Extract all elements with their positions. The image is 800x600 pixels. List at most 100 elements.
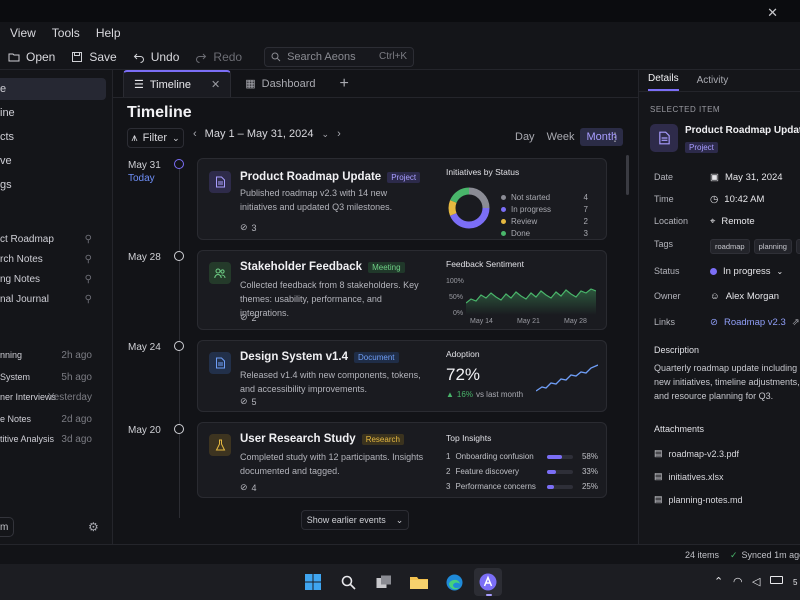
timeline-dot xyxy=(174,341,184,351)
flask-icon xyxy=(209,434,231,456)
link-value[interactable]: ⊘ Roadmap v2.3 ⇗ xyxy=(710,317,800,328)
paperclip-icon: ⊘ xyxy=(240,222,248,232)
chevron-up-icon[interactable]: ⌃ xyxy=(714,575,723,588)
recent-item-label: e Notes xyxy=(0,414,32,424)
tab-timeline[interactable]: ☰ Timeline ✕ xyxy=(123,70,232,97)
location-text: Remote xyxy=(721,216,755,227)
event-card[interactable]: User Research Study Research Completed s… xyxy=(197,422,607,498)
status-dropdown[interactable]: In progress ⌄ xyxy=(710,266,783,277)
status-text: In progress xyxy=(723,266,771,277)
wifi-icon[interactable]: ◠ xyxy=(733,575,743,588)
view-day[interactable]: Day xyxy=(509,128,541,146)
grid-icon: ▦ xyxy=(245,78,256,90)
recent-item[interactable]: e Notes 2d ago xyxy=(0,408,106,430)
attachment-count: ⊘ 3 xyxy=(240,222,257,233)
file-explorer-icon[interactable] xyxy=(409,572,429,592)
window-close-icon[interactable]: ✕ xyxy=(767,5,778,21)
user-icon: ☺ xyxy=(710,291,720,302)
recent-item[interactable]: nning 2h ago xyxy=(0,344,106,366)
attachment-name: planning-notes.md xyxy=(668,494,743,505)
tab-activity[interactable]: Activity xyxy=(697,75,729,91)
pin-icon[interactable]: ⚲ xyxy=(85,274,92,285)
sidebar-bottom-button[interactable]: m xyxy=(0,517,14,537)
chevron-down-icon[interactable]: ⌄ xyxy=(322,129,330,140)
sidebar-item-settings[interactable]: gs xyxy=(0,174,106,196)
event-card[interactable]: Design System v1.4 Document Released v1.… xyxy=(197,340,607,412)
date-range-picker: ‹ May 1 – May 31, 2024 ⌄ › xyxy=(193,128,341,140)
tab-details[interactable]: Details xyxy=(648,73,679,91)
insight-fill xyxy=(547,484,554,489)
menu-view[interactable]: View xyxy=(10,26,36,40)
sidebar-item-home[interactable]: e xyxy=(0,78,106,100)
status-dot xyxy=(710,268,717,275)
undo-button[interactable]: Undo xyxy=(133,50,179,64)
sidebar-item-projects[interactable]: cts xyxy=(0,126,106,148)
metric-value: 72% xyxy=(446,365,481,384)
attachment-count: ⊘ 5 xyxy=(240,396,257,407)
selected-item-badge: Project xyxy=(685,142,718,153)
redo-icon xyxy=(196,53,207,63)
legend-row: Not started 4 xyxy=(501,191,588,203)
windows-start-icon[interactable] xyxy=(303,572,323,592)
clock-text[interactable]: 5 xyxy=(793,578,797,587)
pinned-item[interactable]: rch Notes ⚲ xyxy=(0,248,106,270)
view-week[interactable]: Week xyxy=(541,128,581,146)
sidebar-item-archive[interactable]: ve xyxy=(0,150,106,172)
pinned-item[interactable]: nal Journal ⚲ xyxy=(0,288,106,310)
recent-item[interactable]: titive Analysis 3d ago xyxy=(0,428,106,450)
attachment-item[interactable]: ▤ initiatives.xlsx xyxy=(654,471,724,482)
pin-icon[interactable]: ⚲ xyxy=(85,234,92,245)
tab-dashboard[interactable]: ▦ Dashboard xyxy=(235,70,325,97)
folder-icon xyxy=(8,53,20,61)
more-icon[interactable]: ⋮ xyxy=(609,130,621,144)
volume-icon[interactable]: ◁ xyxy=(752,575,760,588)
aeons-app-icon[interactable] xyxy=(478,572,498,592)
menu-help[interactable]: Help xyxy=(96,26,121,40)
attachment-count: ⊘ 4 xyxy=(240,482,257,493)
recent-item[interactable]: ner Interviews Yesterday xyxy=(0,386,106,408)
attachment-item[interactable]: ▤ roadmap-v2.3.pdf xyxy=(654,448,739,459)
close-tab-icon[interactable]: ✕ xyxy=(211,78,220,91)
attachment-item[interactable]: ▤ planning-notes.md xyxy=(654,494,743,505)
event-card[interactable]: Product Roadmap Update Project Published… xyxy=(197,158,607,240)
search-icon[interactable] xyxy=(338,572,358,592)
pinned-item[interactable]: ng Notes ⚲ xyxy=(0,268,106,290)
date-range-label[interactable]: May 1 – May 31, 2024 xyxy=(205,128,314,140)
new-tab-button[interactable]: + xyxy=(330,70,359,97)
tag[interactable]: roadmap xyxy=(710,239,750,254)
chevron-left-icon[interactable]: ‹ xyxy=(193,128,197,140)
menu-bar: View Tools Help xyxy=(0,22,800,44)
filter-button[interactable]: ⩚ Filter ⌄ xyxy=(127,128,184,148)
sentiment-line-chart xyxy=(466,288,596,315)
tag[interactable]: q xyxy=(795,239,800,254)
card-badge: Document xyxy=(354,351,399,363)
card-description: Completed study with 12 participants. In… xyxy=(240,452,424,476)
menu-tools[interactable]: Tools xyxy=(52,26,80,40)
pinned-item-label: ct Roadmap xyxy=(0,233,54,245)
search-input[interactable]: Search Aeons Ctrl+K xyxy=(264,46,415,67)
redo-button[interactable]: Redo xyxy=(195,50,242,64)
gear-icon[interactable]: ⚙ xyxy=(88,520,99,534)
show-earlier-button[interactable]: Show earlier events ⌄ xyxy=(301,510,409,530)
task-view-icon[interactable] xyxy=(374,572,394,592)
edge-browser-icon[interactable] xyxy=(444,572,464,592)
open-button[interactable]: Open xyxy=(8,50,55,64)
sidebar-bottom-label: m xyxy=(0,521,9,533)
scrollbar-thumb[interactable] xyxy=(626,155,629,195)
card-insights: Top Insights 1 Onboarding confusion 58% … xyxy=(446,433,598,494)
tag[interactable]: planning xyxy=(753,239,792,254)
save-button[interactable]: Save xyxy=(71,50,117,64)
recent-item[interactable]: System 5h ago xyxy=(0,366,106,388)
pin-icon[interactable]: ⚲ xyxy=(85,254,92,265)
description-label: Description xyxy=(654,345,700,355)
users-icon xyxy=(209,262,231,284)
description-text: Quarterly roadmap update including new i… xyxy=(654,363,800,401)
chevron-right-icon[interactable]: › xyxy=(337,128,341,140)
pinned-item-label: nal Journal xyxy=(0,293,49,305)
event-card[interactable]: Stakeholder Feedback Meeting Collected f… xyxy=(197,250,607,330)
pin-icon[interactable]: ⚲ xyxy=(85,294,92,305)
pinned-item[interactable]: ct Roadmap ⚲ xyxy=(0,228,106,250)
timeline-date: May 20 xyxy=(128,425,161,436)
battery-icon[interactable] xyxy=(770,576,783,584)
sidebar-item-timeline[interactable]: ine xyxy=(0,102,106,124)
